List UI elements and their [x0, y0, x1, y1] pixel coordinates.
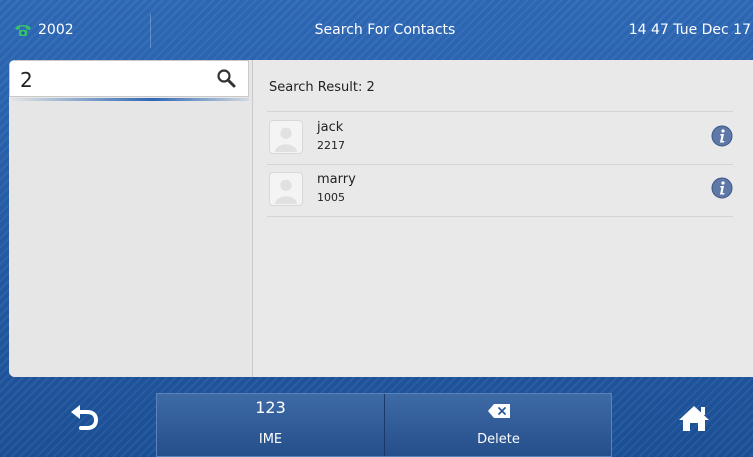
contact-number: 1005 [317, 191, 345, 204]
ime-label: IME [258, 432, 283, 447]
clock: 14 47 Tue Dec 17 [628, 22, 751, 38]
back-button[interactable] [55, 394, 115, 444]
search-input[interactable] [18, 65, 192, 95]
contact-name: marry [317, 172, 356, 187]
results-pane: Search Result: 2 jack 2217 marry 1005 [267, 60, 753, 377]
delete-label: Delete [477, 432, 520, 447]
page-title: Search For Contacts [314, 22, 456, 38]
home-icon [679, 406, 709, 431]
back-icon [71, 405, 99, 430]
search-icon[interactable] [216, 68, 236, 88]
softkey-bar: 123 IME Delete [0, 377, 753, 457]
result-count: Search Result: 2 [269, 80, 375, 95]
status-bar: 2002 Search For Contacts 14 47 Tue Dec 1… [0, 0, 753, 60]
list-item[interactable]: marry 1005 [267, 164, 733, 217]
search-box[interactable] [9, 60, 249, 97]
avatar-icon [269, 172, 303, 206]
line-label: 2002 [38, 22, 74, 38]
backspace-icon [488, 404, 510, 418]
home-button[interactable] [665, 394, 725, 444]
delete-button[interactable]: Delete [385, 394, 612, 456]
search-pane [9, 60, 253, 377]
line-status[interactable]: 2002 [14, 22, 74, 38]
search-focus-underline [9, 98, 249, 101]
contact-number: 2217 [317, 139, 345, 152]
status-divider [150, 14, 151, 48]
ime-button[interactable]: 123 IME [157, 394, 385, 456]
info-icon[interactable] [711, 125, 733, 147]
avatar-icon [269, 120, 303, 154]
phone-icon [15, 25, 31, 36]
main-panel: Search Result: 2 jack 2217 [9, 60, 753, 377]
softkey-group: 123 IME Delete [156, 393, 612, 457]
phone-screen: 2002 Search For Contacts 14 47 Tue Dec 1… [0, 0, 753, 457]
info-icon[interactable] [711, 177, 733, 199]
ime-mode: 123 [255, 398, 286, 417]
list-item[interactable]: jack 2217 [267, 112, 733, 165]
contact-name: jack [317, 120, 344, 135]
